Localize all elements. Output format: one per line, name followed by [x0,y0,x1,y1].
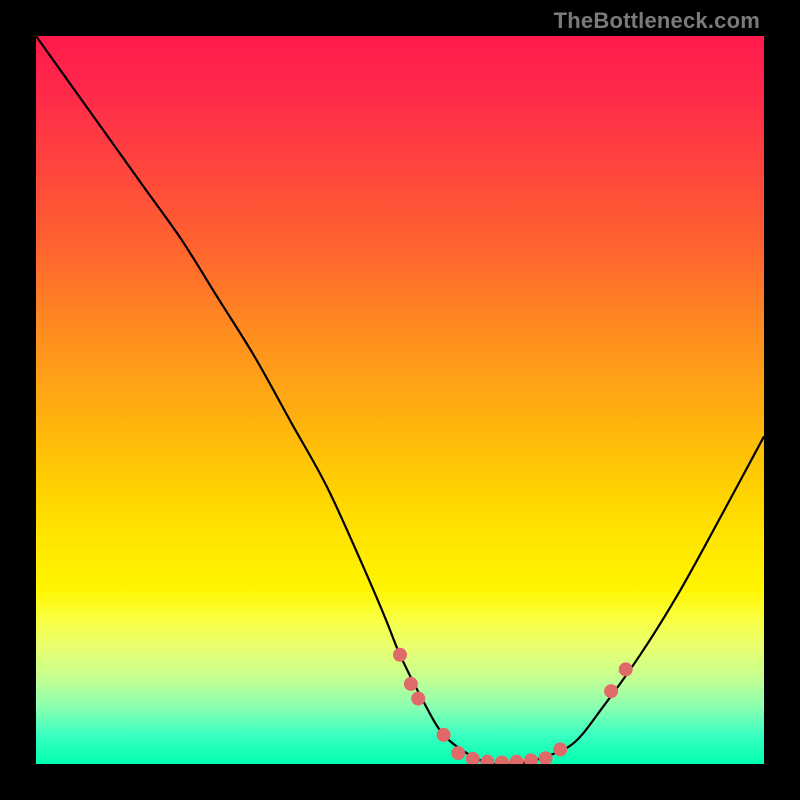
data-marker [411,692,425,706]
marker-group [393,648,633,764]
data-marker [619,662,633,676]
attribution-text: TheBottleneck.com [554,8,760,34]
data-marker [539,751,553,764]
data-marker [553,742,567,756]
data-marker [437,728,451,742]
data-marker [393,648,407,662]
plot-area [36,36,764,764]
data-marker [510,755,524,764]
data-marker [451,746,465,760]
chart-stage: TheBottleneck.com [0,0,800,800]
data-marker [495,756,509,765]
data-marker [404,677,418,691]
data-marker [524,753,538,764]
data-marker [480,755,494,764]
chart-svg [36,36,764,764]
data-marker [604,684,618,698]
